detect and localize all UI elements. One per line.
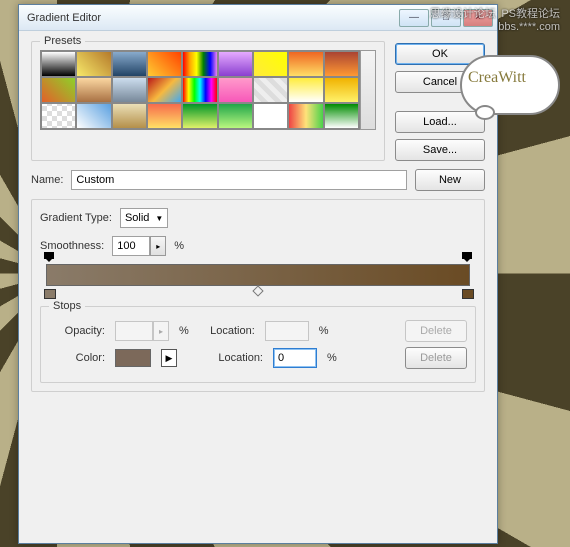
preset-swatch[interactable]: [41, 77, 76, 103]
location2-unit: %: [327, 352, 337, 364]
location1-unit: %: [319, 325, 329, 337]
color-picker-arrow-icon[interactable]: ▶: [161, 349, 177, 367]
delete-color-button: Delete: [405, 347, 467, 369]
preset-swatch[interactable]: [288, 77, 323, 103]
opacity-stepper: ▸: [153, 321, 169, 341]
location2-label: Location:: [207, 352, 263, 364]
opacity-stop-right[interactable]: [462, 253, 472, 263]
minimize-button[interactable]: —: [399, 9, 429, 27]
preset-swatch[interactable]: [76, 103, 111, 129]
preset-swatch[interactable]: [324, 103, 359, 129]
preset-swatch[interactable]: [218, 51, 253, 77]
color-label: Color:: [49, 352, 105, 364]
preset-swatch[interactable]: [147, 103, 182, 129]
color-stop-left[interactable]: [44, 287, 54, 299]
preset-swatch[interactable]: [253, 103, 288, 129]
preset-swatch[interactable]: [76, 51, 111, 77]
presets-group: Presets: [31, 41, 385, 161]
preset-swatch[interactable]: [324, 77, 359, 103]
preset-swatch[interactable]: [288, 103, 323, 129]
presets-legend: Presets: [40, 35, 85, 47]
opacity-label: Opacity:: [49, 325, 105, 337]
name-input[interactable]: Custom: [71, 170, 407, 190]
preset-swatch[interactable]: [41, 103, 76, 129]
save-button[interactable]: Save...: [395, 139, 485, 161]
preset-swatch[interactable]: [41, 51, 76, 77]
smoothness-unit: %: [174, 240, 184, 252]
preset-swatch[interactable]: [182, 103, 217, 129]
location2-input[interactable]: 0: [273, 348, 317, 368]
gradient-type-select[interactable]: Solid ▼: [120, 208, 168, 228]
stops-group: Stops Opacity: ▸ % Location: % Delete Co…: [40, 306, 476, 383]
preset-swatch[interactable]: [324, 51, 359, 77]
preset-swatch[interactable]: [288, 51, 323, 77]
opacity-unit: %: [179, 325, 189, 337]
gradient-editor-dialog: Gradient Editor — □ × Presets: [18, 4, 498, 544]
color-stop-right[interactable]: [462, 287, 472, 299]
presets-scrollbar[interactable]: [360, 50, 376, 130]
smoothness-stepper[interactable]: ▸: [150, 236, 166, 256]
preset-swatch[interactable]: [253, 51, 288, 77]
preset-swatch[interactable]: [112, 77, 147, 103]
preset-swatch[interactable]: [182, 77, 217, 103]
location1-input: [265, 321, 309, 341]
watermark-text: 思缘设计论坛 PS教程论坛 bbs.****.com: [430, 5, 560, 33]
dialog-title: Gradient Editor: [27, 12, 399, 24]
preset-swatch[interactable]: [112, 51, 147, 77]
preset-swatch[interactable]: [76, 77, 111, 103]
chevron-down-icon: ▼: [155, 214, 163, 223]
preset-swatch[interactable]: [147, 77, 182, 103]
gradient-bar[interactable]: [46, 264, 470, 286]
preset-swatch[interactable]: [218, 103, 253, 129]
smoothness-input[interactable]: 100: [112, 236, 150, 256]
opacity-input: [115, 321, 153, 341]
preset-swatch[interactable]: [253, 77, 288, 103]
opacity-stop-left[interactable]: [44, 253, 54, 263]
gradient-type-label: Gradient Type:: [40, 212, 112, 224]
stops-legend: Stops: [49, 300, 85, 312]
location1-label: Location:: [199, 325, 255, 337]
preset-swatch[interactable]: [147, 51, 182, 77]
delete-opacity-button: Delete: [405, 320, 467, 342]
brand-cloud: CreaWitt: [460, 55, 560, 125]
new-button[interactable]: New: [415, 169, 485, 191]
smoothness-label: Smoothness:: [40, 240, 104, 252]
name-label: Name:: [31, 174, 63, 186]
preset-swatch[interactable]: [112, 103, 147, 129]
titlebar[interactable]: Gradient Editor — □ ×: [19, 5, 497, 31]
preset-swatch[interactable]: [218, 77, 253, 103]
color-swatch[interactable]: [115, 349, 151, 367]
preset-swatch[interactable]: [182, 51, 217, 77]
gradient-type-group: Gradient Type: Solid ▼ Smoothness: 100 ▸…: [31, 199, 485, 392]
